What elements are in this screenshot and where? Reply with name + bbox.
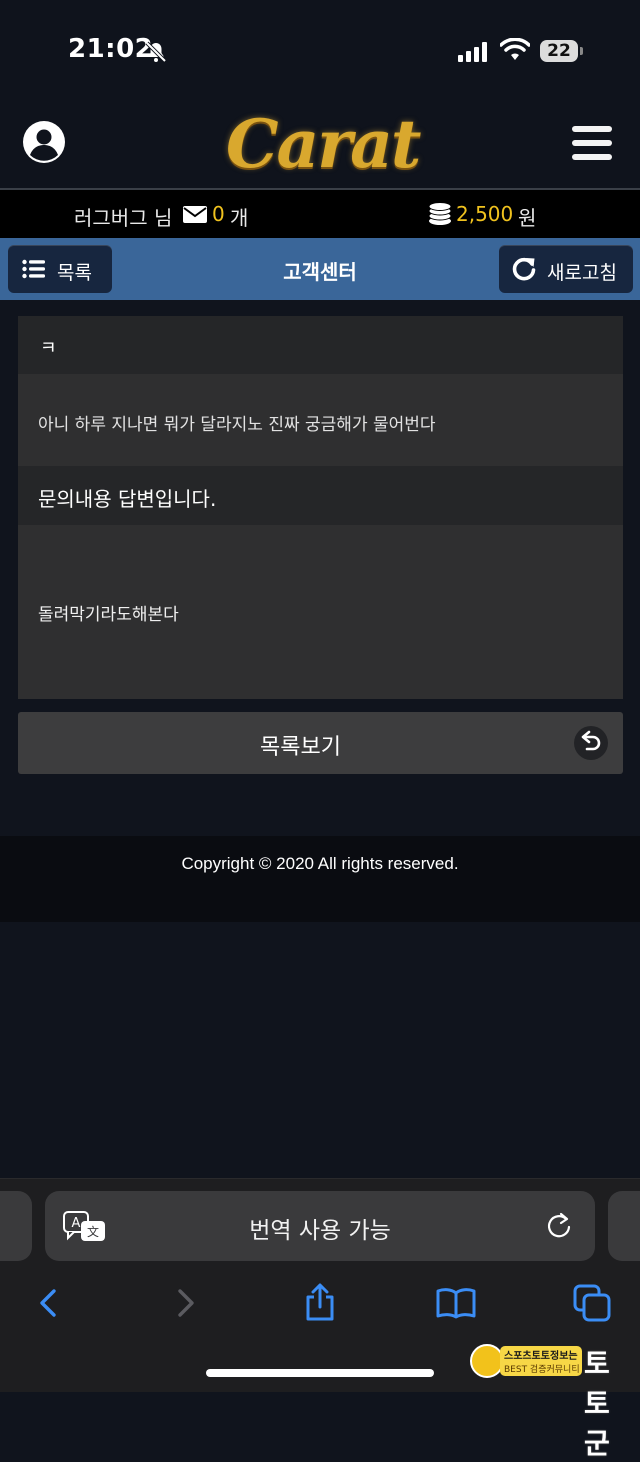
status-time: 21:02 — [68, 34, 154, 64]
refresh-button[interactable]: 새로고침 — [499, 245, 633, 293]
answer-title: 문의내용 답변입니다. — [38, 487, 217, 511]
reload-icon[interactable] — [545, 1212, 573, 1240]
bookmarks-icon[interactable] — [436, 1283, 476, 1323]
watermark-logo: 토토군 — [584, 1347, 610, 1460]
app-header: Carat — [0, 100, 640, 188]
message-unit: 개 — [230, 206, 249, 230]
site-footer: Copyright © 2020 All rights reserved. — [0, 836, 640, 922]
signal-icon — [458, 42, 487, 62]
page-nav-bar: 목록 고객센터 새로고침 — [0, 238, 640, 300]
answer-body-row: 돌려막기라도해본다 — [18, 525, 623, 699]
site-watermark: 스포츠토토정보는 BEST 검증커뮤니티 토토군 — [470, 1338, 635, 1460]
balance-unit: 원 — [518, 206, 537, 230]
next-tab-preview[interactable] — [608, 1191, 640, 1261]
refresh-button-label: 새로고침 — [547, 262, 617, 284]
coins-icon — [428, 202, 452, 225]
battery-level: 22 — [540, 40, 578, 62]
page-title: 고객센터 — [283, 260, 357, 284]
inquiry-body-row: 아니 하루 지나면 뭐가 달라지노 진짜 궁금해가 물어번다 — [18, 374, 623, 466]
hamburger-icon[interactable] — [572, 126, 612, 160]
refresh-icon — [512, 257, 536, 281]
copyright-text: Copyright © 2020 All rights reserved. — [181, 854, 459, 873]
inquiry-title-row: ㅋ — [18, 316, 623, 374]
forward-icon[interactable] — [164, 1283, 204, 1323]
back-to-list-button[interactable]: 목록보기 — [18, 712, 623, 774]
status-bar: 21:02 22 — [0, 0, 640, 100]
watermark-badge — [470, 1344, 504, 1378]
back-icon[interactable] — [30, 1283, 70, 1323]
answer-body: 돌려막기라도해본다 — [38, 605, 179, 625]
balance-amount: 2,500 — [456, 202, 514, 226]
inquiry-body: 아니 하루 지나면 뭐가 달라지노 진짜 궁금해가 물어번다 — [38, 415, 436, 435]
user-info-bar: 러그버그 님 0 개 2,500 원 — [0, 188, 640, 238]
home-indicator — [206, 1369, 434, 1377]
username: 러그버그 님 — [74, 206, 173, 230]
tabs-icon[interactable] — [572, 1283, 612, 1323]
share-icon[interactable] — [300, 1283, 340, 1323]
wifi-icon — [500, 38, 530, 60]
watermark-line2: BEST 검증커뮤니티 — [504, 1365, 580, 1375]
battery-cap — [580, 47, 583, 55]
list-button[interactable]: 목록 — [8, 245, 112, 293]
address-bar[interactable]: A 文 번역 사용 가능 — [45, 1191, 595, 1261]
inquiry-title: ㅋ — [40, 338, 57, 359]
list-button-label: 목록 — [57, 262, 92, 284]
watermark-line1: 스포츠토토정보는 — [504, 1351, 578, 1362]
mail-icon[interactable] — [183, 206, 207, 223]
list-icon — [22, 259, 45, 279]
answer-title-row: 문의내용 답변입니다. — [18, 466, 623, 525]
message-count[interactable]: 0 — [212, 202, 225, 226]
return-icon — [574, 726, 608, 760]
address-text: 번역 사용 가능 — [249, 1218, 391, 1244]
user-avatar-icon[interactable] — [22, 120, 66, 164]
carat-logo[interactable]: Carat — [226, 104, 421, 184]
battery-indicator: 22 — [540, 40, 584, 64]
bell-slash-icon — [145, 41, 167, 63]
previous-tab-preview[interactable] — [0, 1191, 32, 1261]
back-to-list-label: 목록보기 — [260, 735, 341, 760]
